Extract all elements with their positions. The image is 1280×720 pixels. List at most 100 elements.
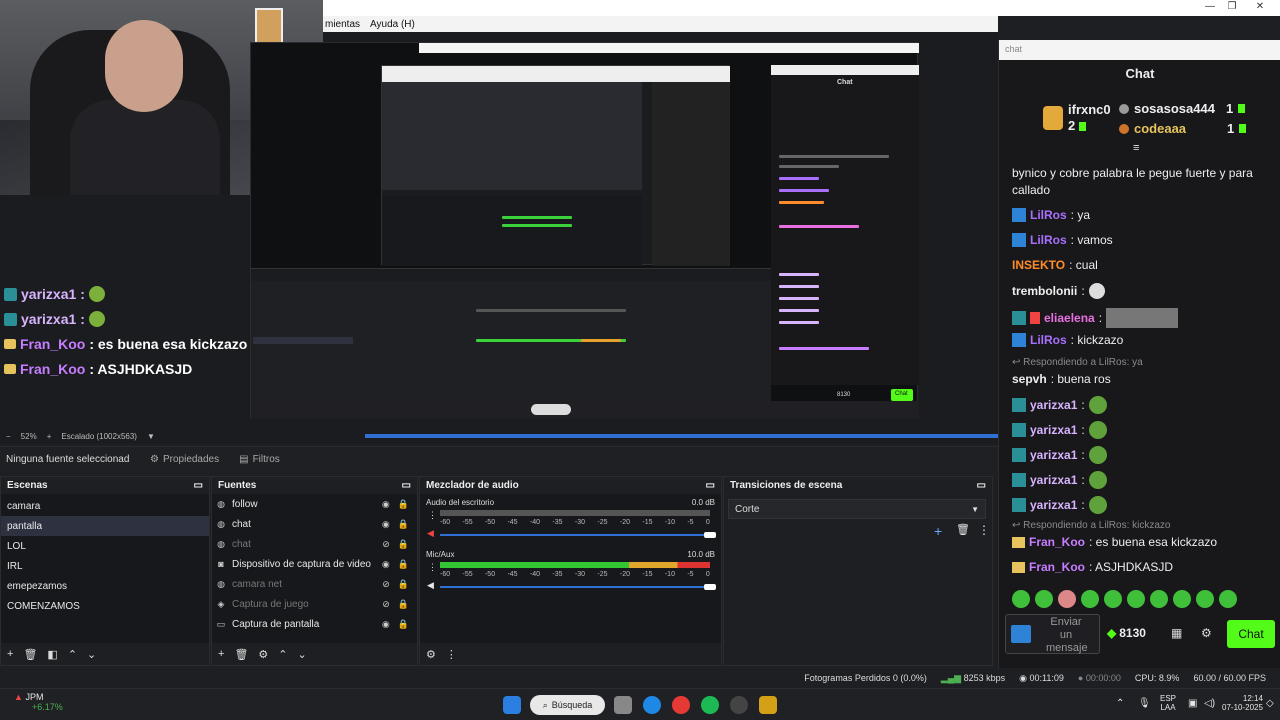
chevron-down-icon[interactable]: ⌄ [298, 648, 307, 661]
source-item[interactable]: ◍ camara net ⊘ 🔒 [212, 574, 417, 594]
obs-icon[interactable] [730, 696, 748, 714]
mic-icon[interactable]: 🎙 [1138, 698, 1151, 709]
eye-off-icon[interactable]: ⊘ [382, 539, 390, 550]
menu-help[interactable]: Ayuda (H) [370, 19, 415, 30]
fader-knob[interactable] [704, 532, 716, 538]
chrome-icon[interactable] [672, 696, 690, 714]
source-item[interactable]: ◈ Captura de juego ⊘ 🔒 [212, 594, 417, 614]
fader-knob[interactable] [704, 584, 716, 590]
preview-scrollbar[interactable] [365, 434, 998, 438]
muted-speaker-icon[interactable]: ◀ [427, 528, 434, 539]
gear-icon[interactable]: ⚙ [1201, 626, 1212, 640]
chevron-up-icon[interactable]: ⌃ [278, 648, 287, 661]
mixer-settings-icon[interactable]: ⚙ [426, 648, 436, 661]
trash-icon[interactable]: 🗑 [23, 648, 37, 661]
eye-off-icon[interactable]: ⊘ [382, 579, 390, 590]
chevron-up-icon[interactable]: ⌃ [1116, 698, 1124, 709]
language-indicator[interactable]: ESP LAA [1160, 694, 1176, 712]
emote-icon[interactable] [1058, 590, 1076, 608]
eye-icon[interactable]: ◉ [382, 619, 390, 630]
lock-icon[interactable]: 🔒 [398, 559, 409, 570]
maximize-button[interactable]: ❐ [1219, 0, 1245, 14]
channel-menu-icon[interactable]: ⋮ [428, 510, 437, 521]
no-source-label: Ninguna fuente seleccionad [6, 454, 130, 465]
scale-label[interactable]: Escalado (1002x563) [61, 432, 137, 441]
spotify-icon[interactable] [701, 696, 719, 714]
dock-menu-icon[interactable]: ▭ [402, 480, 411, 491]
lock-icon[interactable]: 🔒 [398, 579, 409, 590]
speaker-icon[interactable]: ◀ [427, 580, 434, 591]
chevron-down-icon[interactable]: ▼ [147, 432, 155, 441]
scene-item[interactable]: camara [1, 496, 209, 516]
notification-icon[interactable]: ◇ [1266, 698, 1274, 709]
chevron-down-icon[interactable]: ⌄ [87, 648, 96, 661]
app-icon[interactable] [759, 696, 777, 714]
transition-menu-icon[interactable]: ⋮ [978, 523, 990, 537]
collapse-icon[interactable]: ≡ [1133, 142, 1139, 154]
scene-item[interactable]: LOL [1, 536, 209, 556]
gear-icon[interactable]: ⚙ [258, 648, 268, 661]
emote-icon[interactable] [1035, 590, 1053, 608]
file-explorer-icon[interactable] [614, 696, 632, 714]
eye-icon[interactable]: ◉ [382, 499, 390, 510]
network-icon[interactable]: ▣ [1188, 698, 1197, 709]
emote-icon[interactable] [1196, 590, 1214, 608]
scene-filters-icon[interactable]: ◧ [47, 648, 57, 661]
add-scene-button[interactable]: + [7, 648, 13, 660]
chat-url-bar[interactable]: chat [999, 40, 1280, 60]
clock[interactable]: 12:14 07-10-2025 [1222, 694, 1263, 712]
transition-select[interactable]: Corte ▼ [728, 499, 986, 519]
add-source-button[interactable]: + [218, 648, 224, 660]
scene-item[interactable]: pantalla [1, 516, 209, 536]
filters-button[interactable]: ▤ Filtros [229, 454, 290, 465]
scene-item[interactable]: emepezamos [1, 576, 209, 596]
trash-icon[interactable]: 🗑 [956, 523, 970, 536]
emote-icon[interactable] [1012, 590, 1030, 608]
lock-icon[interactable]: 🔒 [398, 599, 409, 610]
trash-icon[interactable]: 🗑 [234, 648, 248, 661]
channel-menu-icon[interactable]: ⋮ [428, 562, 437, 573]
zoom-in-button[interactable]: + [47, 432, 52, 441]
lock-icon[interactable]: 🔒 [398, 499, 409, 510]
source-item[interactable]: ◙ Dispositivo de captura de video ◉ 🔒 [212, 554, 417, 574]
channel-points[interactable]: ◆ 8130 [1107, 626, 1146, 640]
menu-tools[interactable]: mientas [325, 19, 360, 30]
emote-icon[interactable] [1219, 590, 1237, 608]
stock-widget[interactable]: ▲ JPM +6.17% [14, 692, 63, 712]
mixer-menu-icon[interactable]: ⋮ [446, 648, 457, 661]
scene-item[interactable]: IRL [1, 556, 209, 576]
edge-icon[interactable] [643, 696, 661, 714]
source-item[interactable]: ▭ Captura de pantalla ◉ 🔒 [212, 614, 417, 634]
emote-icon[interactable] [1081, 590, 1099, 608]
emote-icon[interactable] [1127, 590, 1145, 608]
source-item[interactable]: ◍ follow ◉ 🔒 [212, 494, 417, 514]
volume-fader[interactable] [440, 584, 716, 590]
lock-icon[interactable]: 🔒 [398, 519, 409, 530]
source-item[interactable]: ◍ chat ◉ 🔒 [212, 514, 417, 534]
search-button[interactable]: ⌕ Búsqueda [530, 695, 605, 715]
emote-icon[interactable] [1173, 590, 1191, 608]
eye-icon[interactable]: ◉ [382, 559, 390, 570]
volume-icon[interactable]: ◁) [1204, 698, 1215, 709]
volume-fader[interactable] [440, 532, 716, 538]
chat-input[interactable]: Enviar un mensaje [1005, 614, 1100, 654]
lock-icon[interactable]: 🔒 [398, 539, 409, 550]
store-icon[interactable]: ▦ [1171, 626, 1182, 640]
add-transition-button[interactable]: + [934, 523, 942, 539]
emote-icon[interactable] [1150, 590, 1168, 608]
zoom-out-button[interactable]: − [6, 432, 11, 441]
dock-menu-icon[interactable]: ▭ [977, 480, 986, 491]
send-chat-button[interactable]: Chat [1227, 620, 1275, 648]
dock-menu-icon[interactable]: ▭ [194, 480, 203, 491]
scene-item[interactable]: COMENZAMOS [1, 596, 209, 616]
emote-icon[interactable] [1104, 590, 1122, 608]
eye-off-icon[interactable]: ⊘ [382, 599, 390, 610]
lock-icon[interactable]: 🔒 [398, 619, 409, 630]
windows-start-icon[interactable] [503, 696, 521, 714]
eye-icon[interactable]: ◉ [382, 519, 390, 530]
close-button[interactable]: ✕ [1247, 0, 1273, 14]
source-item[interactable]: ◍ chat ⊘ 🔒 [212, 534, 417, 554]
dock-menu-icon[interactable]: ▭ [706, 480, 715, 491]
properties-button[interactable]: ⚙ Propiedades [140, 454, 229, 465]
chevron-up-icon[interactable]: ⌃ [68, 648, 77, 661]
